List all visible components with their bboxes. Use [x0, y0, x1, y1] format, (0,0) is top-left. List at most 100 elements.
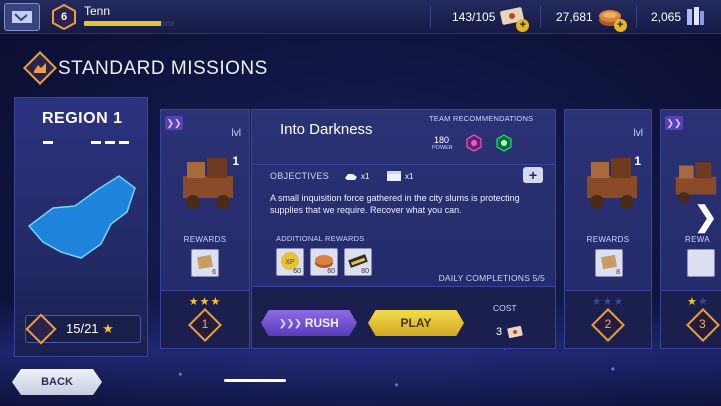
- reward-tile-coin[interactable]: 60: [310, 248, 338, 276]
- reward-tile[interactable]: 6: [191, 249, 219, 277]
- player-level-badge: 6: [52, 4, 76, 30]
- reward-count: 60: [327, 268, 335, 275]
- objectives-label: OBJECTIVES: [270, 171, 330, 181]
- back-button[interactable]: BACK: [12, 369, 102, 395]
- page-title: STANDARD MISSIONS: [58, 58, 268, 79]
- chevron-double-icon: ❯❯❯: [279, 317, 302, 328]
- coin-stack-icon: +: [597, 6, 627, 32]
- daily-completions: DAILY COMPLETIONS 5/5: [438, 273, 545, 283]
- chevron-double-icon: ❯❯: [165, 116, 183, 130]
- cost-value: 3: [496, 325, 524, 339]
- difficulty-number: 2: [604, 317, 612, 331]
- ticket-icon: +: [499, 6, 530, 32]
- back-label: BACK: [41, 376, 73, 388]
- crystal-icon: [685, 6, 711, 28]
- gems-value: 2,065: [651, 10, 682, 24]
- scroll-indicator[interactable]: [224, 379, 286, 382]
- star-icon: ★: [210, 296, 222, 308]
- objectives-row: OBJECTIVES x1 x1 +: [252, 164, 555, 186]
- reward-count: 8: [616, 269, 620, 276]
- star-empty-icon: ★: [697, 296, 709, 308]
- star-icon: ★: [199, 296, 211, 308]
- player-name: Tenn: [84, 4, 111, 18]
- menu-button[interactable]: [4, 3, 40, 31]
- map-icon: [12, 11, 32, 23]
- missions-icon: [31, 59, 49, 77]
- reward-count: 60: [293, 268, 301, 275]
- faction-purple-icon: [466, 134, 482, 152]
- card-footer: ★★ 3: [661, 290, 721, 348]
- star-icon: ★: [687, 296, 698, 308]
- region-progress-icon: [25, 313, 57, 345]
- reward-count: 80: [361, 268, 369, 275]
- star-icon: ★: [188, 296, 200, 308]
- mission-title: Into Darkness: [280, 121, 373, 138]
- resource-divider: [540, 6, 541, 28]
- supply-cart-icon: [183, 158, 233, 209]
- energy-value: 143/105: [452, 10, 496, 24]
- rewards-label: REWARDS: [183, 235, 227, 244]
- mission-card-right[interactable]: lvl 1 REWARDS 8 ★★★ 2: [564, 109, 652, 349]
- add-gold-button[interactable]: +: [613, 19, 627, 32]
- resource-gold[interactable]: 27,681 +: [556, 4, 627, 32]
- level-label: lvl: [231, 128, 241, 139]
- next-arrow-icon[interactable]: ❯: [694, 200, 717, 233]
- resource-divider: [430, 6, 431, 28]
- rewards-label: REWA: [685, 235, 710, 244]
- objectives-expand-button[interactable]: +: [523, 167, 543, 183]
- region-progress: 15/21 ★: [25, 313, 141, 345]
- star-empty-icon: ★: [602, 296, 614, 308]
- objective-item: x1: [386, 170, 413, 182]
- svg-text:XP: XP: [285, 259, 295, 266]
- objective-count: x1: [405, 171, 414, 181]
- supply-cart-icon: [587, 158, 637, 209]
- objective-count: x1: [361, 171, 370, 181]
- reward-tile-scroll[interactable]: 80: [344, 248, 372, 276]
- stars-row: ★★★: [565, 295, 651, 308]
- player-level: 6: [60, 11, 68, 23]
- region-panel[interactable]: REGION 1 15/21 ★: [14, 97, 148, 357]
- stars-row: ★★: [661, 295, 721, 308]
- star-icon: ★: [102, 321, 114, 336]
- card-footer: ★★★ 2: [565, 290, 651, 348]
- resource-divider: [636, 6, 637, 28]
- gold-value: 27,681: [556, 10, 593, 24]
- chevron-double-icon: ❯❯: [665, 116, 683, 130]
- card-footer: ★★★ 1: [161, 290, 249, 348]
- level-label: lvl: [633, 128, 643, 139]
- additional-rewards-label: ADDITIONAL REWARDS: [276, 234, 365, 243]
- ticket-icon: [507, 325, 523, 339]
- region-subtitle-placeholder: [43, 131, 133, 149]
- rush-button[interactable]: ❯❯❯ RUSH: [261, 310, 357, 336]
- play-label: PLAY: [400, 316, 432, 330]
- mission-card-main: Into Darkness TEAM RECOMMENDATIONS 180 P…: [251, 109, 556, 349]
- star-empty-icon: ★: [613, 296, 625, 308]
- mission-description: A small inquisition force gathered in th…: [270, 193, 520, 215]
- region-map: [27, 175, 136, 259]
- power-value: 180: [434, 135, 450, 145]
- xp-bar: [84, 21, 174, 26]
- top-bar: 6 Tenn 143/105 + 27,681 + 2,065: [0, 0, 721, 34]
- resource-gems[interactable]: 2,065: [651, 4, 711, 30]
- reward-tile[interactable]: 8: [595, 249, 623, 277]
- play-button[interactable]: PLAY: [368, 310, 464, 336]
- reward-tile[interactable]: [687, 249, 715, 277]
- cost-label: COST: [493, 303, 517, 313]
- resource-energy[interactable]: 143/105 +: [452, 4, 530, 32]
- region-title: REGION 1: [42, 110, 123, 127]
- power-label: POWER: [432, 145, 453, 151]
- difficulty-number: 3: [699, 317, 706, 331]
- objective-item: x1: [344, 170, 369, 182]
- creature-icon: [345, 174, 357, 180]
- mission-card-left[interactable]: ❯❯ lvl 1 REWARDS 6 ★★★ 1: [160, 109, 250, 349]
- reward-count: 6: [212, 269, 216, 276]
- reward-tile-xp[interactable]: XP 60: [276, 248, 304, 276]
- chest-icon: [387, 171, 401, 181]
- difficulty-number: 1: [201, 317, 209, 331]
- stars-row: ★★★: [161, 295, 249, 308]
- star-empty-icon: ★: [591, 296, 603, 308]
- xp-bar-fill: [84, 21, 161, 26]
- faction-green-icon: [496, 134, 512, 152]
- rush-label: RUSH: [304, 316, 339, 330]
- add-energy-button[interactable]: +: [516, 19, 530, 32]
